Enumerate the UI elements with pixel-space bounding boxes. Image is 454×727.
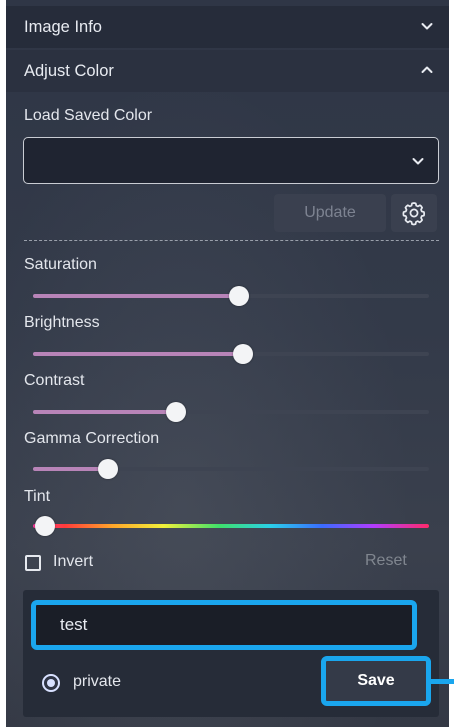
section-header-image-info[interactable]: Image Info <box>6 6 449 48</box>
tint-label: Tint <box>24 488 51 505</box>
slider-fill <box>33 410 176 414</box>
section-divider <box>24 240 439 241</box>
slider-fill <box>33 294 239 298</box>
load-saved-color-label: Load Saved Color <box>24 107 153 124</box>
contrast-slider[interactable] <box>33 402 429 422</box>
brightness-slider[interactable] <box>33 344 429 364</box>
saved-color-select[interactable] <box>23 137 439 184</box>
invert-checkbox[interactable] <box>25 555 41 571</box>
slider-fill <box>33 467 109 471</box>
slider-thumb[interactable] <box>165 402 186 422</box>
gamma-correction-slider[interactable] <box>33 459 429 479</box>
gear-icon <box>402 202 426 226</box>
section-title: Image Info <box>24 17 102 36</box>
section-header-adjust-color[interactable]: Adjust Color <box>6 50 449 92</box>
reset-button[interactable]: Reset <box>365 552 407 570</box>
slider-thumb[interactable] <box>228 286 249 306</box>
saturation-slider[interactable] <box>33 286 429 306</box>
save-button[interactable]: Save <box>321 656 431 706</box>
chevron-down-icon <box>421 23 433 30</box>
gamma-correction-label: Gamma Correction <box>24 430 160 447</box>
saturation-label: Saturation <box>24 256 97 273</box>
color-name-input[interactable] <box>31 600 417 650</box>
slider-thumb[interactable] <box>98 459 119 479</box>
highlight-connector <box>431 679 454 684</box>
chevron-up-icon <box>421 66 433 73</box>
slider-fill <box>33 352 243 356</box>
private-radio-label: private <box>73 673 122 690</box>
private-radio[interactable] <box>42 674 60 692</box>
contrast-label: Contrast <box>24 372 85 389</box>
invert-label: Invert <box>53 553 94 570</box>
chevron-down-icon <box>412 158 424 165</box>
section-title: Adjust Color <box>24 61 114 80</box>
settings-button[interactable] <box>391 194 437 232</box>
update-button[interactable]: Update <box>274 194 386 232</box>
slider-thumb[interactable] <box>232 344 253 364</box>
tint-slider[interactable] <box>33 516 429 536</box>
brightness-label: Brightness <box>24 314 100 331</box>
slider-thumb[interactable] <box>34 516 55 536</box>
